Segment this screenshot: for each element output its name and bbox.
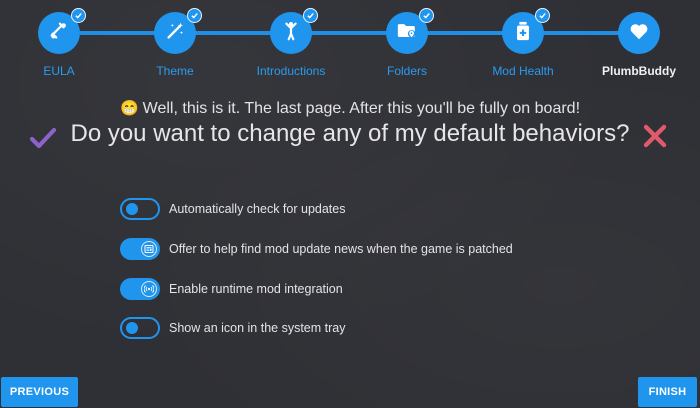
step-label-mod-health[interactable]: Mod Health	[463, 64, 583, 78]
person-waving-icon	[280, 20, 302, 47]
broadcast-icon	[141, 281, 157, 297]
option-check-updates[interactable]: Automatically check for updates	[120, 197, 600, 221]
page-subtitle: 😁 Well, this is it. The last page. After …	[0, 99, 700, 118]
step-mod-health[interactable]	[502, 8, 550, 54]
folder-pin-icon	[396, 20, 418, 47]
check-icon	[303, 8, 318, 23]
option-update-news[interactable]: Offer to help find mod update news when …	[120, 237, 600, 261]
subtitle-text: Well, this is it. The last page. After t…	[142, 100, 581, 117]
toggle-check-updates[interactable]	[120, 198, 160, 220]
option-runtime-integration[interactable]: Enable runtime mod integration	[120, 277, 600, 301]
step-introductions[interactable]	[270, 8, 318, 54]
scroll-icon	[48, 20, 70, 47]
previous-button[interactable]: PREVIOUS	[1, 377, 78, 407]
check-icon	[187, 8, 202, 23]
heart-icon	[628, 20, 650, 47]
magic-wand-icon	[164, 20, 186, 47]
step-eula[interactable]	[38, 8, 86, 54]
toggle-knob	[126, 322, 138, 334]
toggle-runtime-integration[interactable]	[120, 278, 160, 300]
wizard-stepper: EULA Theme Introductions Folders Mod Hea…	[0, 0, 700, 90]
newspaper-icon	[141, 241, 157, 257]
page-title: Do you want to change any of my default …	[70, 120, 630, 147]
check-icon	[419, 8, 434, 23]
step-theme[interactable]	[154, 8, 202, 54]
check-icon	[71, 8, 86, 23]
medicine-bottle-icon	[512, 20, 534, 47]
step-folders[interactable]	[386, 8, 434, 54]
option-label: Automatically check for updates	[169, 202, 346, 216]
step-label-plumbbuddy[interactable]: PlumbBuddy	[579, 64, 699, 78]
option-label: Enable runtime mod integration	[169, 282, 343, 296]
option-system-tray[interactable]: Show an icon in the system tray	[120, 316, 600, 340]
grinning-face-emoji: 😁	[119, 100, 139, 117]
check-icon	[535, 8, 550, 23]
toggle-update-news[interactable]	[120, 238, 160, 260]
option-label: Offer to help find mod update news when …	[169, 242, 513, 256]
toggle-system-tray[interactable]	[120, 317, 160, 339]
cross-mark-icon	[643, 124, 667, 148]
option-label: Show an icon in the system tray	[169, 321, 346, 335]
step-label-theme[interactable]: Theme	[115, 64, 235, 78]
step-label-introductions[interactable]: Introductions	[231, 64, 351, 78]
finish-button[interactable]: FINISH	[638, 377, 697, 407]
step-label-folders[interactable]: Folders	[347, 64, 467, 78]
step-plumbbuddy[interactable]	[618, 12, 660, 54]
step-label-eula[interactable]: EULA	[0, 64, 119, 78]
toggle-knob	[126, 203, 138, 215]
